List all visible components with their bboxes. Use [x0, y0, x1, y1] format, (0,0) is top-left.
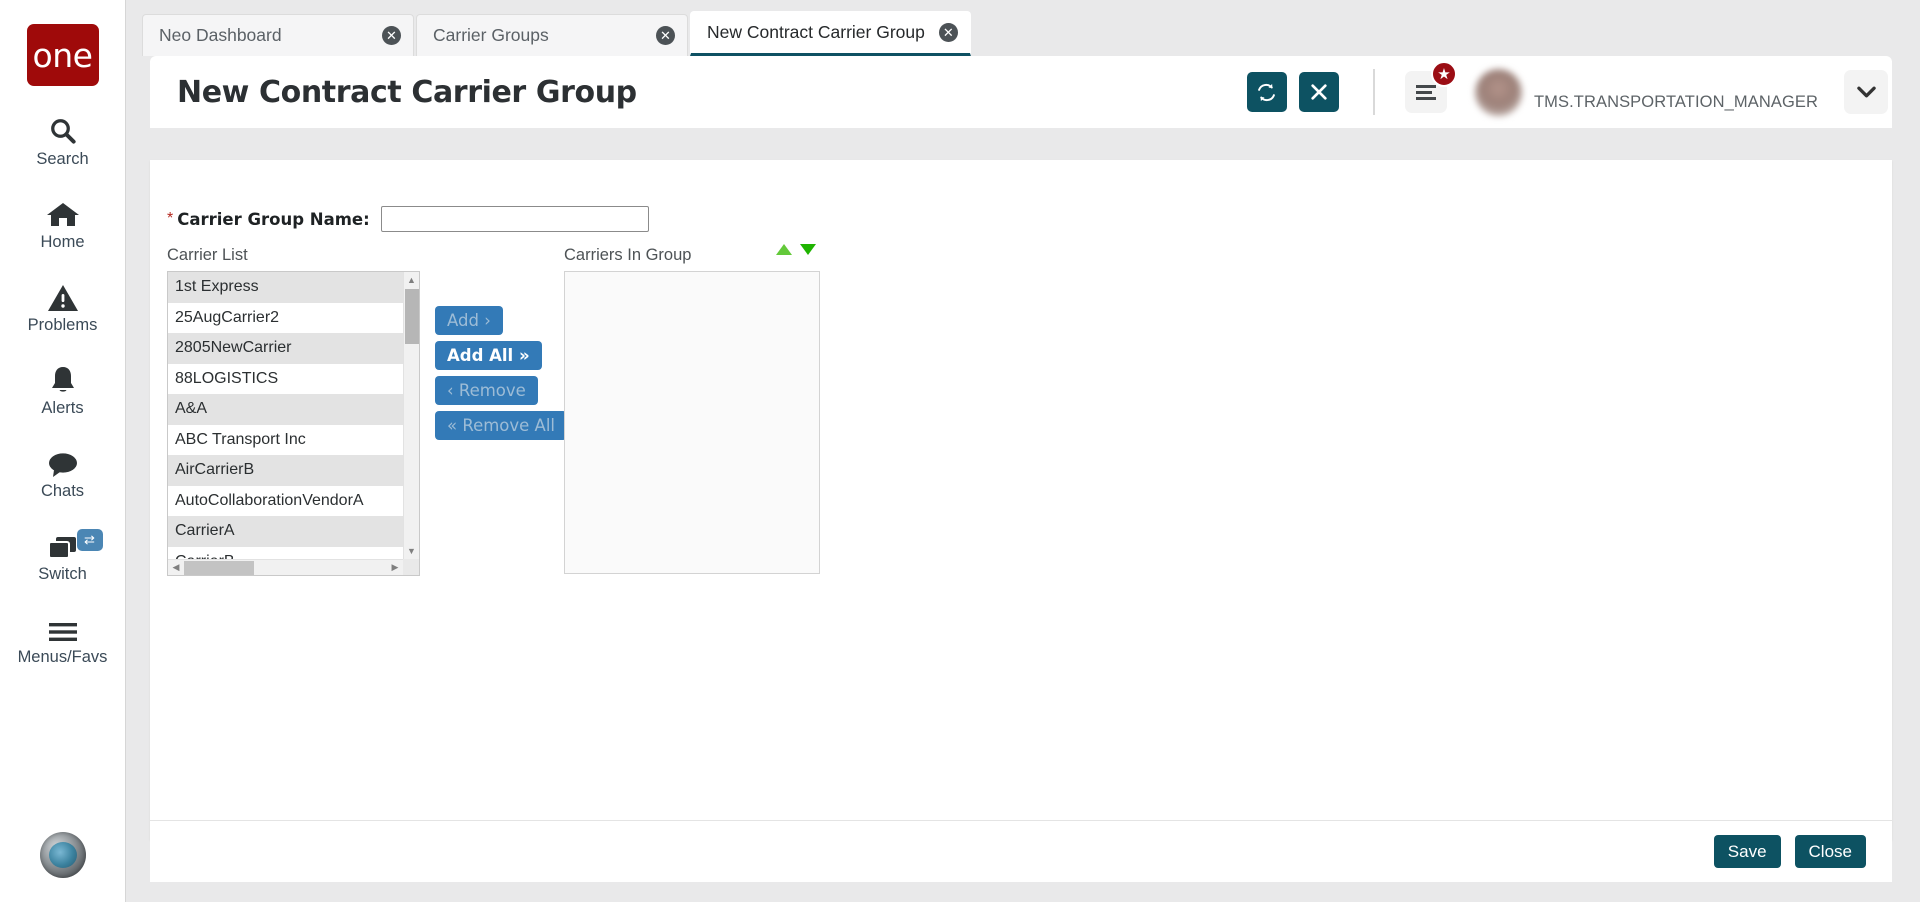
globe-icon[interactable] [40, 832, 86, 878]
carrier-list-box[interactable]: 1st Express 25AugCarrier2 2805NewCarrier… [167, 271, 420, 576]
tab-carrier-groups[interactable]: Carrier Groups ✕ [416, 14, 688, 56]
carrier-list-items: 1st Express 25AugCarrier2 2805NewCarrier… [168, 272, 403, 559]
logo-text: one [33, 36, 93, 75]
swap-arrows-icon[interactable]: ⇄ [77, 529, 103, 551]
sidebar-item-problems[interactable]: Problems [0, 278, 126, 335]
sidebar-item-label: Problems [28, 316, 98, 335]
list-item[interactable]: 88LOGISTICS [168, 364, 403, 395]
page-footer: Save Close [150, 820, 1892, 882]
menu-button[interactable]: ★ [1405, 71, 1447, 113]
required-marker: * [167, 210, 173, 228]
transfer-buttons: Add › Add All » ‹ Remove « Remove All [435, 306, 567, 440]
carrier-list-pane: Carrier List 1st Express 25AugCarrier2 2… [167, 246, 420, 576]
tab-label: Carrier Groups [433, 25, 549, 46]
chevron-down-icon [1857, 86, 1876, 98]
sidebar-item-label: Menus/Favs [18, 648, 108, 667]
list-item[interactable]: A&A [168, 394, 403, 425]
horizontal-scroll-thumb[interactable] [184, 561, 254, 575]
user-menu-toggle[interactable] [1844, 70, 1888, 114]
vertical-scrollbar[interactable]: ▲ ▼ [403, 272, 419, 559]
tab-bar: Neo Dashboard ✕ Carrier Groups ✕ New Con… [126, 0, 1920, 56]
sidebar-item-label: Switch [38, 565, 87, 584]
list-item[interactable]: ABC Transport Inc [168, 425, 403, 456]
header-actions: ★ TMS.TRANSPORTATION_MANAGER [1235, 56, 1892, 128]
sidebar-item-home[interactable]: Home [0, 195, 126, 252]
remove-button[interactable]: ‹ Remove [435, 376, 538, 405]
hamburger-menu-icon [1415, 84, 1437, 101]
save-button[interactable]: Save [1714, 835, 1781, 868]
carrier-group-name-label: Carrier Group Name: [177, 210, 370, 229]
close-icon[interactable]: ✕ [939, 23, 958, 42]
sidebar-item-switch[interactable]: ⇄ Switch [0, 527, 126, 584]
windows-stack-icon [47, 527, 79, 561]
sidebar-item-search[interactable]: Search [0, 112, 126, 169]
main-content-card: * Carrier Group Name: Carrier List 1st E… [150, 160, 1892, 840]
carrier-list-title: Carrier List [167, 246, 420, 265]
list-item[interactable]: 1st Express [168, 272, 403, 303]
carrier-group-name-row: * Carrier Group Name: [150, 160, 1892, 232]
search-icon [48, 112, 78, 146]
close-icon[interactable]: ✕ [656, 26, 675, 45]
move-down-icon[interactable] [800, 244, 816, 255]
list-item[interactable]: CarrierA [168, 516, 403, 547]
close-icon[interactable]: ✕ [382, 26, 401, 45]
avatar [1475, 69, 1522, 116]
page-header: New Contract Carrier Group ★ [150, 56, 1892, 128]
close-button[interactable]: Close [1795, 835, 1866, 868]
header-divider [1373, 69, 1375, 115]
refresh-icon [1256, 82, 1277, 103]
page-title: New Contract Carrier Group [177, 75, 637, 110]
tab-label: New Contract Carrier Group [707, 22, 925, 43]
tab-label: Neo Dashboard [159, 25, 282, 46]
order-arrows [776, 244, 816, 255]
list-item[interactable]: AutoCollaborationVendorA [168, 486, 403, 517]
tab-new-contract-carrier-group[interactable]: New Contract Carrier Group ✕ [690, 11, 971, 56]
scroll-right-icon[interactable]: ▶ [387, 562, 403, 573]
scroll-down-icon[interactable]: ▼ [404, 543, 419, 559]
vertical-scroll-thumb[interactable] [405, 289, 419, 344]
list-item[interactable]: CarrierB [168, 547, 403, 560]
scroll-left-icon[interactable]: ◀ [168, 562, 184, 573]
list-item[interactable]: 2805NewCarrier [168, 333, 403, 364]
star-badge-icon: ★ [1431, 61, 1457, 87]
chat-bubble-icon [47, 444, 79, 478]
bell-icon [49, 361, 77, 395]
dual-list-selector: Carrier List 1st Express 25AugCarrier2 2… [167, 246, 1892, 576]
user-text: TMS.TRANSPORTATION_MANAGER [1534, 72, 1818, 113]
remove-all-button[interactable]: « Remove All [435, 411, 567, 440]
horizontal-scrollbar[interactable]: ◀ ▶ [168, 559, 403, 575]
add-button[interactable]: Add › [435, 306, 503, 335]
carrier-group-name-input[interactable] [381, 206, 649, 232]
warning-triangle-icon [47, 278, 79, 312]
sidebar-item-menus-favs[interactable]: Menus/Favs [0, 610, 126, 667]
carriers-in-group-pane: Carriers In Group [564, 246, 820, 574]
sidebar-item-label: Home [40, 233, 84, 252]
list-item[interactable]: 25AugCarrier2 [168, 303, 403, 334]
user-login: TMS.TRANSPORTATION_MANAGER [1534, 92, 1818, 113]
home-icon [46, 195, 80, 229]
sidebar-item-label: Search [36, 150, 88, 169]
close-x-icon [1310, 83, 1328, 101]
close-page-button[interactable] [1299, 72, 1339, 112]
user-profile[interactable]: TMS.TRANSPORTATION_MANAGER [1475, 69, 1818, 116]
left-sidebar: one Search Home Problems Alerts Chats [0, 0, 126, 902]
hamburger-icon [47, 610, 79, 644]
sidebar-item-alerts[interactable]: Alerts [0, 361, 126, 418]
user-display-name [1534, 72, 1818, 92]
list-item[interactable]: AirCarrierB [168, 455, 403, 486]
sidebar-item-chats[interactable]: Chats [0, 444, 126, 501]
tab-neo-dashboard[interactable]: Neo Dashboard ✕ [142, 14, 414, 56]
one-logo[interactable]: one [27, 24, 99, 86]
sidebar-item-label: Chats [41, 482, 84, 501]
move-up-icon[interactable] [776, 244, 792, 255]
scroll-up-icon[interactable]: ▲ [404, 272, 419, 288]
sidebar-item-label: Alerts [41, 399, 83, 418]
refresh-button[interactable] [1247, 72, 1287, 112]
scrollbar-corner [403, 559, 419, 575]
carriers-in-group-box[interactable] [564, 271, 820, 574]
add-all-button[interactable]: Add All » [435, 341, 542, 370]
